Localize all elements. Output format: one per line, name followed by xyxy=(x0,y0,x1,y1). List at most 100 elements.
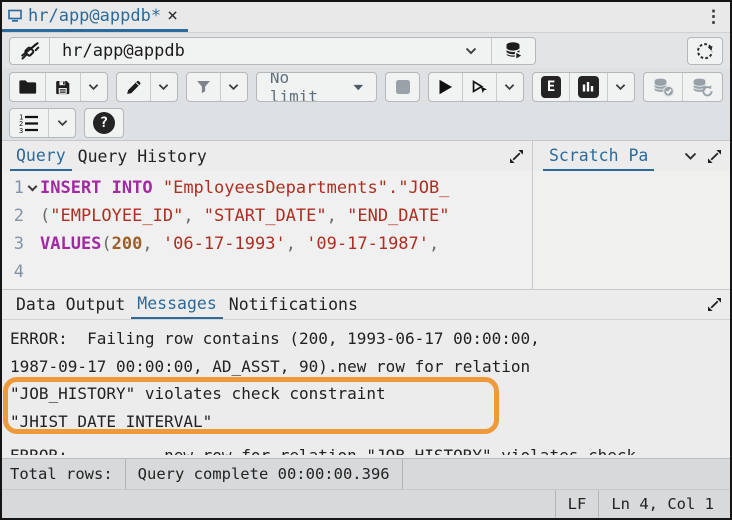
tab-data-output[interactable]: Data Output xyxy=(10,290,131,319)
sql-editor[interactable]: 1 INSERT INTO "EmployeesDepartments"."JOB… xyxy=(2,171,532,289)
workspace: Query Query History Scratch Pa xyxy=(2,140,730,458)
message-line: "JHIST_DATE_INTERVAL" xyxy=(10,408,730,436)
save-file-button[interactable] xyxy=(46,73,81,101)
pencil-icon xyxy=(125,78,142,97)
tab-notifications[interactable]: Notifications xyxy=(223,290,364,319)
help-group: ? xyxy=(84,108,124,138)
explain-options-chevron[interactable] xyxy=(608,73,634,101)
chevron-down-icon xyxy=(615,83,626,91)
row-limit-dropdown[interactable]: No limit xyxy=(257,73,376,101)
status-bar-top: Total rows: Query complete 00:00:00.396 xyxy=(2,458,730,489)
line-number: 3 xyxy=(2,234,24,254)
commit-button[interactable] xyxy=(644,73,684,101)
connection-combo[interactable]: hr/app@appdb xyxy=(9,37,536,65)
output-tab-row: Data Output Messages Notifications xyxy=(2,289,730,319)
main-toolbar: No limit E xyxy=(2,68,730,106)
connection-status-icon[interactable] xyxy=(10,38,50,64)
tab-query-editor[interactable]: hr/app@appdb* × xyxy=(2,2,188,32)
stop-icon xyxy=(394,78,412,96)
filter-icon xyxy=(195,78,212,96)
execute-group xyxy=(428,72,524,102)
close-icon[interactable]: × xyxy=(167,7,178,25)
code-line[interactable]: 1 INSERT INTO "EmployeesDepartments"."JOB… xyxy=(2,174,532,202)
filter-options-chevron[interactable] xyxy=(221,73,247,101)
line-number: 2 xyxy=(2,206,24,226)
tab-query[interactable]: Query xyxy=(10,141,72,171)
line-number: 1 xyxy=(2,178,24,198)
tab-query-history[interactable]: Query History xyxy=(72,141,213,171)
help-button[interactable]: ? xyxy=(85,109,123,137)
code-text: ("EMPLOYEE_ID", "START_DATE", "END_DATE" xyxy=(40,206,532,226)
line-number: 4 xyxy=(2,262,24,282)
filter-group xyxy=(186,72,248,102)
chevron-down-icon xyxy=(158,83,169,91)
tab-messages[interactable]: Messages xyxy=(131,290,222,319)
edit-options-chevron[interactable] xyxy=(151,73,177,101)
tab-title: hr/app@appdb* xyxy=(28,6,161,26)
expand-panel-icon[interactable] xyxy=(509,149,524,164)
messages-lines: ERROR: Failing row contains (200, 1993-0… xyxy=(10,325,730,435)
explain-button[interactable]: E xyxy=(533,73,570,101)
macro-button[interactable]: 1 2 3 xyxy=(10,109,49,137)
help-icon: ? xyxy=(93,112,115,134)
query-tool-window: hr/app@appdb* × ⋮ hr/app@appdb xyxy=(0,0,732,520)
message-line: "JOB_HISTORY" violates check constraint xyxy=(10,380,730,408)
rollback-button[interactable] xyxy=(683,73,722,101)
expand-panel-icon[interactable] xyxy=(707,149,722,164)
refresh-icon xyxy=(695,41,715,61)
scratch-pad-area[interactable] xyxy=(533,171,730,289)
code-text: VALUES(200, '06-17-1993', '09-17-1987', xyxy=(40,234,532,254)
chevron-down-icon xyxy=(88,83,99,91)
code-text: INSERT INTO "EmployeesDepartments"."JOB_ xyxy=(40,178,532,198)
chevron-down-icon xyxy=(57,119,68,127)
edit-group xyxy=(116,72,178,102)
cursor-position[interactable]: Ln 4, Col 1 xyxy=(599,490,730,518)
svg-text:3: 3 xyxy=(19,127,23,134)
play-icon xyxy=(437,78,454,96)
expand-panel-icon[interactable] xyxy=(707,297,722,312)
code-line[interactable]: 3 VALUES(200, '06-17-1993', '09-17-1987', xyxy=(2,230,532,258)
monitor-icon xyxy=(8,9,22,22)
chevron-down-icon[interactable] xyxy=(684,152,697,161)
limit-group: No limit xyxy=(256,72,377,102)
kebab-menu-icon[interactable]: ⋮ xyxy=(705,7,722,27)
execute-button[interactable] xyxy=(429,73,463,101)
stop-group xyxy=(385,72,420,102)
explain-icon: E xyxy=(541,76,561,98)
connection-label: hr/app@appdb xyxy=(50,41,451,61)
folder-icon xyxy=(18,78,37,96)
chevron-down-icon[interactable] xyxy=(451,38,491,64)
editor-split: 1 INSERT INTO "EmployeesDepartments"."JOB… xyxy=(2,171,730,289)
save-options-chevron[interactable] xyxy=(81,73,107,101)
tab-scratch-pad[interactable]: Scratch Pa xyxy=(543,141,654,171)
query-complete-text: Query complete 00:00:00.396 xyxy=(126,459,402,489)
messages-panel[interactable]: ERROR: Failing row contains (200, 1993-0… xyxy=(2,319,730,458)
commit-db-icon xyxy=(652,76,675,98)
code-line[interactable]: 2 ("EMPLOYEE_ID", "START_DATE", "END_DATE… xyxy=(2,202,532,230)
macro-group: 1 2 3 xyxy=(9,108,76,138)
file-group xyxy=(9,72,108,102)
code-line[interactable]: 4 xyxy=(2,258,532,286)
caret-down-icon xyxy=(353,84,364,91)
stop-button[interactable] xyxy=(386,73,420,101)
fold-chevron-icon[interactable] xyxy=(24,187,40,190)
clipped-message-line: ERROR: new row for relation "JOB_HISTORY… xyxy=(10,446,636,455)
macro-options-chevron[interactable] xyxy=(49,109,75,137)
reset-layout-button[interactable] xyxy=(687,37,723,65)
edit-button[interactable] xyxy=(117,73,151,101)
explain-analyze-button[interactable] xyxy=(570,73,607,101)
row-limit-value: No limit xyxy=(270,72,344,102)
status-bar-bottom: LF Ln 4, Col 1 xyxy=(2,489,730,518)
execute-to-cursor-button[interactable] xyxy=(463,73,497,101)
numbered-list-icon: 1 2 3 xyxy=(18,112,40,134)
chevron-down-icon xyxy=(228,83,239,91)
line-ending-indicator[interactable]: LF xyxy=(556,490,599,518)
open-file-button[interactable] xyxy=(10,73,46,101)
new-connection-icon[interactable] xyxy=(491,38,535,64)
execute-options-chevron[interactable] xyxy=(497,73,523,101)
document-tab-bar: hr/app@appdb* × ⋮ xyxy=(2,2,730,32)
filter-button[interactable] xyxy=(187,73,221,101)
connection-row: hr/app@appdb xyxy=(2,32,730,68)
explain-group: E xyxy=(532,72,635,102)
editor-tab-row: Query Query History Scratch Pa xyxy=(2,141,730,171)
